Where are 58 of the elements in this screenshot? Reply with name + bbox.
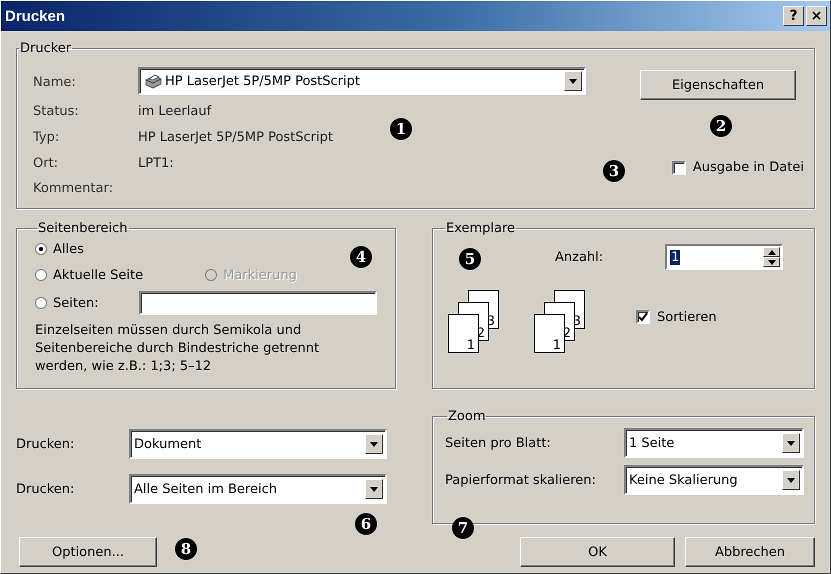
title-bar-button[interactable]: × [806,6,827,26]
group-label: Drucker [19,41,72,56]
callout-number: 4 [350,246,372,268]
checkbox[interactable] [636,310,650,324]
field-label: Seiten pro Blatt: [445,436,551,450]
caret-icon [365,434,383,454]
callout-number: 2 [710,115,732,137]
callout-number: 3 [603,160,625,182]
caret-icon [782,433,800,453]
checkbox-label: Sortieren [657,310,717,324]
group-label: Seitenbereich [37,221,129,236]
callout-number: 7 [452,517,474,539]
window-title: Drucken [5,8,66,24]
hint-text: Einzelseiten müssen durch Semikola und Seitenbereiche durch Bindestriche getrennt werden, wie z.B.: 1;3; 5–12 [35,322,320,376]
callout-number: 1 [390,118,412,140]
field-label: Drucken: [16,482,76,496]
dropdown[interactable]: 1 Seite [624,428,804,458]
field-label: Kommentar: [33,180,114,196]
radio-button[interactable] [35,269,47,281]
title-bar-button[interactable]: ? [783,6,804,26]
dropdown[interactable]: Dokument [129,429,387,459]
callout-number: 8 [175,538,197,560]
caret-icon [564,71,582,91]
field-value: LPT1: [138,156,175,170]
field-label: Status: [33,104,80,118]
field-label: Papierformat skalieren: [445,472,596,488]
radio-label: Aktuelle Seite [53,268,144,282]
field-label: Anzahl: [555,250,604,264]
field-label: Ort: [33,156,60,170]
field-label: Typ: [33,130,60,144]
dialog-button[interactable]: OK [520,537,675,567]
options-button[interactable]: Optionen... [19,537,157,567]
field-value: HP LaserJet 5P/5MP PostScript [138,130,334,144]
dialog-button[interactable]: Abbrechen [685,537,815,567]
field-value: 1 [670,250,680,264]
radio-button[interactable] [35,297,47,309]
dropdown[interactable]: Keine Skalierung [624,465,804,495]
printer-icon [143,73,163,89]
checkbox[interactable] [672,160,686,174]
field-label: Name: [33,74,77,90]
radio-label: Alles [53,242,84,256]
radio-label: Markierung [223,268,297,282]
field-value: im Leerlauf [138,104,212,118]
dropdown[interactable]: Alle Seiten im Bereich [129,474,387,504]
printer-dropdown[interactable]: HP LaserJet 5P/5MP PostScript [138,67,586,95]
checkbox-label: Ausgabe in Datei [692,160,804,175]
callout-number: 5 [459,248,481,270]
pages-field[interactable] [138,291,377,315]
radio-label: Seiten: [53,296,99,310]
group-label: Exemplare [445,221,516,236]
callout-number: 6 [355,513,377,535]
radio-button[interactable] [35,243,47,255]
caret-icon [365,479,383,499]
copies-spinner[interactable]: 1 [665,244,784,270]
field-label: Drucken: [16,436,76,452]
caret-icon [782,470,800,490]
group-label: Zoom [447,409,486,424]
properties-button[interactable]: Eigenschaften [640,70,796,100]
